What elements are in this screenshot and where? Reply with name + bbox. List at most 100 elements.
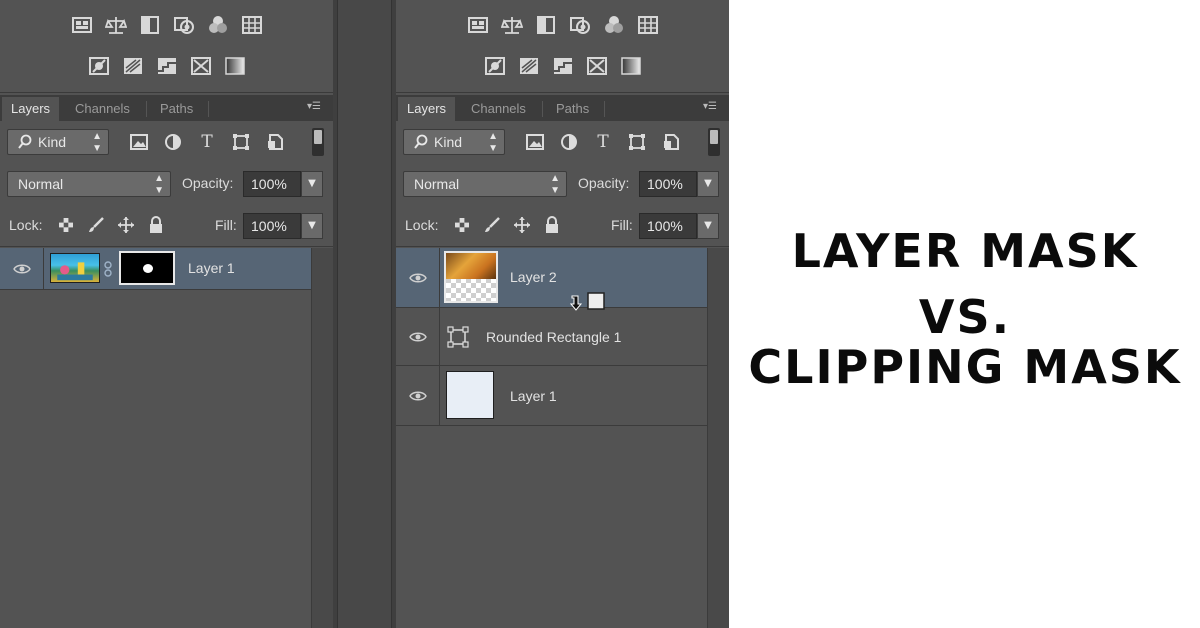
layer-row-rounded-rectangle-1[interactable]: Rounded Rectangle 1 bbox=[396, 308, 707, 366]
visibility-toggle[interactable] bbox=[396, 248, 440, 307]
scrollbar[interactable] bbox=[707, 248, 729, 628]
layer-name[interactable]: Rounded Rectangle 1 bbox=[486, 329, 621, 345]
lock-transparency-icon[interactable] bbox=[452, 215, 472, 235]
updown-arrows-icon: ▲ ▼ bbox=[550, 173, 560, 196]
panel-menu-icon[interactable]: ▾☰ bbox=[307, 101, 327, 115]
eye-icon bbox=[408, 332, 427, 341]
selective-color-icon[interactable] bbox=[586, 55, 608, 77]
brightness-contrast-icon[interactable] bbox=[71, 14, 93, 36]
panel-tab-bar: Layers Channels Paths ▾☰ bbox=[396, 95, 729, 121]
posterize-icon[interactable] bbox=[122, 55, 144, 77]
lock-all-icon[interactable] bbox=[542, 215, 562, 235]
invert-icon[interactable] bbox=[484, 55, 506, 77]
layer-row-layer-1[interactable]: Layer 1 bbox=[0, 248, 311, 290]
opacity-input[interactable]: 100% bbox=[243, 171, 301, 197]
layer-thumbnail[interactable] bbox=[444, 251, 498, 303]
lock-brush-icon[interactable] bbox=[482, 215, 502, 235]
kind-filter-select[interactable]: Kind ▲ ▼ bbox=[7, 129, 109, 155]
fill-dropdown-button[interactable]: ▼ bbox=[301, 213, 323, 239]
vibrance-icon[interactable] bbox=[603, 14, 625, 36]
blend-row: Normal ▲ ▼ Opacity: 100% ▼ bbox=[396, 164, 729, 204]
updown-arrows-icon: ▲ ▼ bbox=[154, 173, 164, 196]
shape-layer-icon[interactable] bbox=[446, 325, 470, 349]
brightness-contrast-icon[interactable] bbox=[467, 14, 489, 36]
smart-object-filter-icon[interactable] bbox=[264, 129, 286, 155]
updown-arrows-icon: ▲ ▼ bbox=[92, 131, 102, 154]
layer-row-layer-2[interactable]: Layer 2 bbox=[396, 248, 707, 311]
adjustment-layer-filter-icon[interactable] bbox=[162, 129, 184, 155]
shape-layer-filter-icon[interactable] bbox=[230, 129, 252, 155]
type-layer-filter-icon[interactable]: T bbox=[196, 129, 218, 155]
lock-all-icon[interactable] bbox=[146, 215, 166, 235]
tab-channels[interactable]: Channels bbox=[66, 97, 139, 121]
updown-arrows-icon: ▲ ▼ bbox=[488, 131, 498, 154]
lock-row: Lock: Fill: 100% ▼ bbox=[0, 205, 333, 247]
pixel-layer-filter-icon[interactable] bbox=[128, 129, 150, 155]
vibrance-icon[interactable] bbox=[207, 14, 229, 36]
layer-thumbnail[interactable] bbox=[446, 371, 494, 419]
visibility-toggle[interactable] bbox=[0, 248, 44, 289]
gradient-map-icon[interactable] bbox=[224, 55, 246, 77]
smart-object-filter-icon[interactable] bbox=[660, 129, 682, 155]
grid-icon[interactable] bbox=[241, 14, 263, 36]
layer-thumbnail[interactable] bbox=[50, 253, 100, 283]
blend-mode-select[interactable]: Normal ▲ ▼ bbox=[403, 171, 567, 197]
opacity-dropdown-button[interactable]: ▼ bbox=[301, 171, 323, 197]
visibility-toggle[interactable] bbox=[396, 366, 440, 425]
adjustments-area bbox=[0, 0, 333, 93]
tab-paths[interactable]: Paths bbox=[547, 97, 598, 121]
title-line-3: CLIPPING MASK bbox=[748, 340, 1182, 394]
opacity-input[interactable]: 100% bbox=[639, 171, 697, 197]
lock-move-icon[interactable] bbox=[512, 215, 532, 235]
adjustments-area bbox=[396, 0, 729, 93]
lock-move-icon[interactable] bbox=[116, 215, 136, 235]
gradient-map-icon[interactable] bbox=[620, 55, 642, 77]
exposure-icon[interactable] bbox=[173, 14, 195, 36]
kind-label: Kind bbox=[38, 134, 67, 150]
lock-row: Lock: Fill: 100% ▼ bbox=[396, 205, 729, 247]
filter-toggle[interactable] bbox=[312, 128, 324, 156]
panel-divider bbox=[333, 0, 396, 628]
opacity-dropdown-button[interactable]: ▼ bbox=[697, 171, 719, 197]
tab-layers[interactable]: Layers bbox=[2, 97, 60, 121]
visibility-toggle[interactable] bbox=[396, 308, 440, 365]
threshold-icon[interactable] bbox=[156, 55, 178, 77]
scrollbar[interactable] bbox=[311, 248, 333, 628]
mask-link-icon[interactable] bbox=[103, 261, 113, 277]
blend-mode-select[interactable]: Normal ▲ ▼ bbox=[7, 171, 171, 197]
invert-icon[interactable] bbox=[88, 55, 110, 77]
exposure-icon[interactable] bbox=[569, 14, 591, 36]
layer-name[interactable]: Layer 2 bbox=[510, 269, 557, 285]
layer-row-layer-1[interactable]: Layer 1 bbox=[396, 366, 707, 426]
curves-icon[interactable] bbox=[139, 14, 161, 36]
grid-icon[interactable] bbox=[637, 14, 659, 36]
tab-channels[interactable]: Channels bbox=[462, 97, 535, 121]
tab-layers[interactable]: Layers bbox=[398, 97, 456, 121]
adjustment-layer-filter-icon[interactable] bbox=[558, 129, 580, 155]
layers-panel-left: Layers Channels Paths ▾☰ Kind ▲ ▼ T Norma… bbox=[0, 0, 333, 628]
levels-icon[interactable] bbox=[104, 14, 127, 36]
eye-icon bbox=[408, 273, 427, 282]
kind-filter-select[interactable]: Kind ▲ ▼ bbox=[403, 129, 505, 155]
selective-color-icon[interactable] bbox=[190, 55, 212, 77]
curves-icon[interactable] bbox=[535, 14, 557, 36]
layer-name[interactable]: Layer 1 bbox=[188, 260, 235, 276]
panel-menu-icon[interactable]: ▾☰ bbox=[703, 101, 723, 115]
fill-input[interactable]: 100% bbox=[243, 213, 301, 239]
type-layer-filter-icon[interactable]: T bbox=[592, 129, 614, 155]
lock-brush-icon[interactable] bbox=[86, 215, 106, 235]
title-line-2: VS. bbox=[918, 290, 1012, 344]
fill-dropdown-button[interactable]: ▼ bbox=[697, 213, 719, 239]
posterize-icon[interactable] bbox=[518, 55, 540, 77]
pixel-layer-filter-icon[interactable] bbox=[524, 129, 546, 155]
levels-icon[interactable] bbox=[500, 14, 523, 36]
shape-layer-filter-icon[interactable] bbox=[626, 129, 648, 155]
layer-mask-thumbnail[interactable] bbox=[119, 251, 175, 285]
fill-input[interactable]: 100% bbox=[639, 213, 697, 239]
opacity-label: Opacity: bbox=[182, 175, 234, 191]
layer-name[interactable]: Layer 1 bbox=[510, 388, 557, 404]
tab-paths[interactable]: Paths bbox=[151, 97, 202, 121]
lock-transparency-icon[interactable] bbox=[56, 215, 76, 235]
filter-toggle[interactable] bbox=[708, 128, 720, 156]
threshold-icon[interactable] bbox=[552, 55, 574, 77]
